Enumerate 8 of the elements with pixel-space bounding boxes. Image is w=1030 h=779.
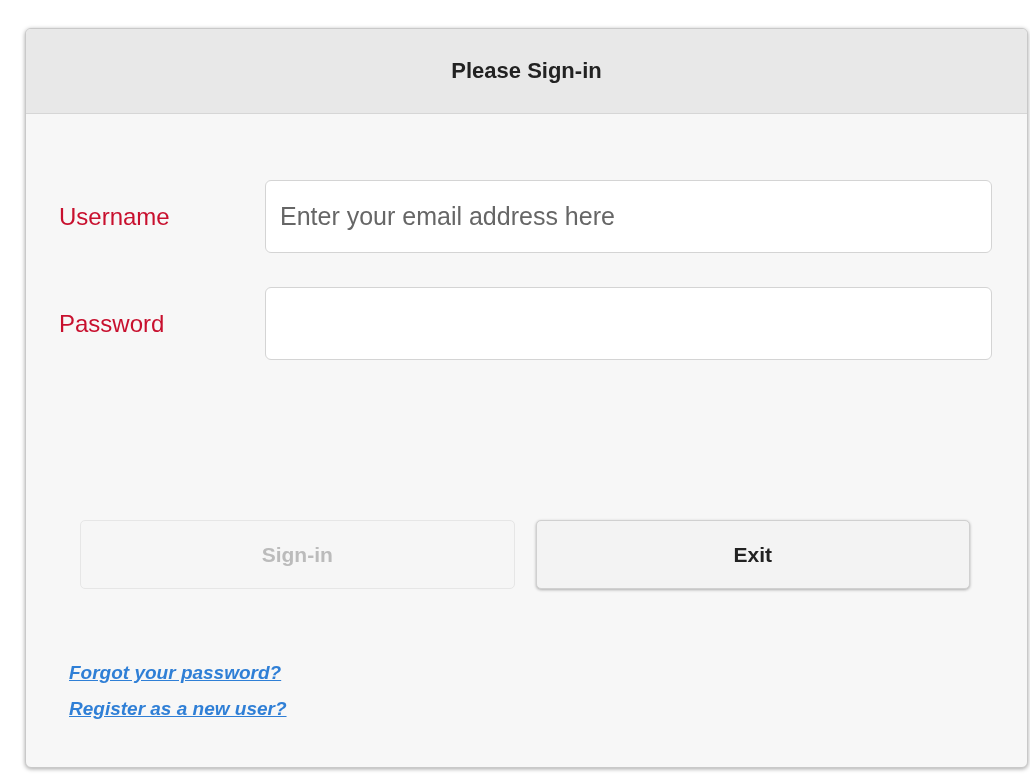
input-field[interactable]: [265, 287, 992, 360]
exit-button[interactable]: Exit: [535, 520, 970, 589]
text-link[interactable]: Forgot your password?: [69, 662, 282, 684]
field-label: Username: [59, 202, 171, 231]
dialog-title: Please Sign-in: [451, 58, 602, 84]
input-field[interactable]: Enter your email address here: [265, 180, 992, 253]
text-link[interactable]: Register as a new user?: [69, 698, 287, 720]
field-label: Password: [59, 309, 166, 338]
